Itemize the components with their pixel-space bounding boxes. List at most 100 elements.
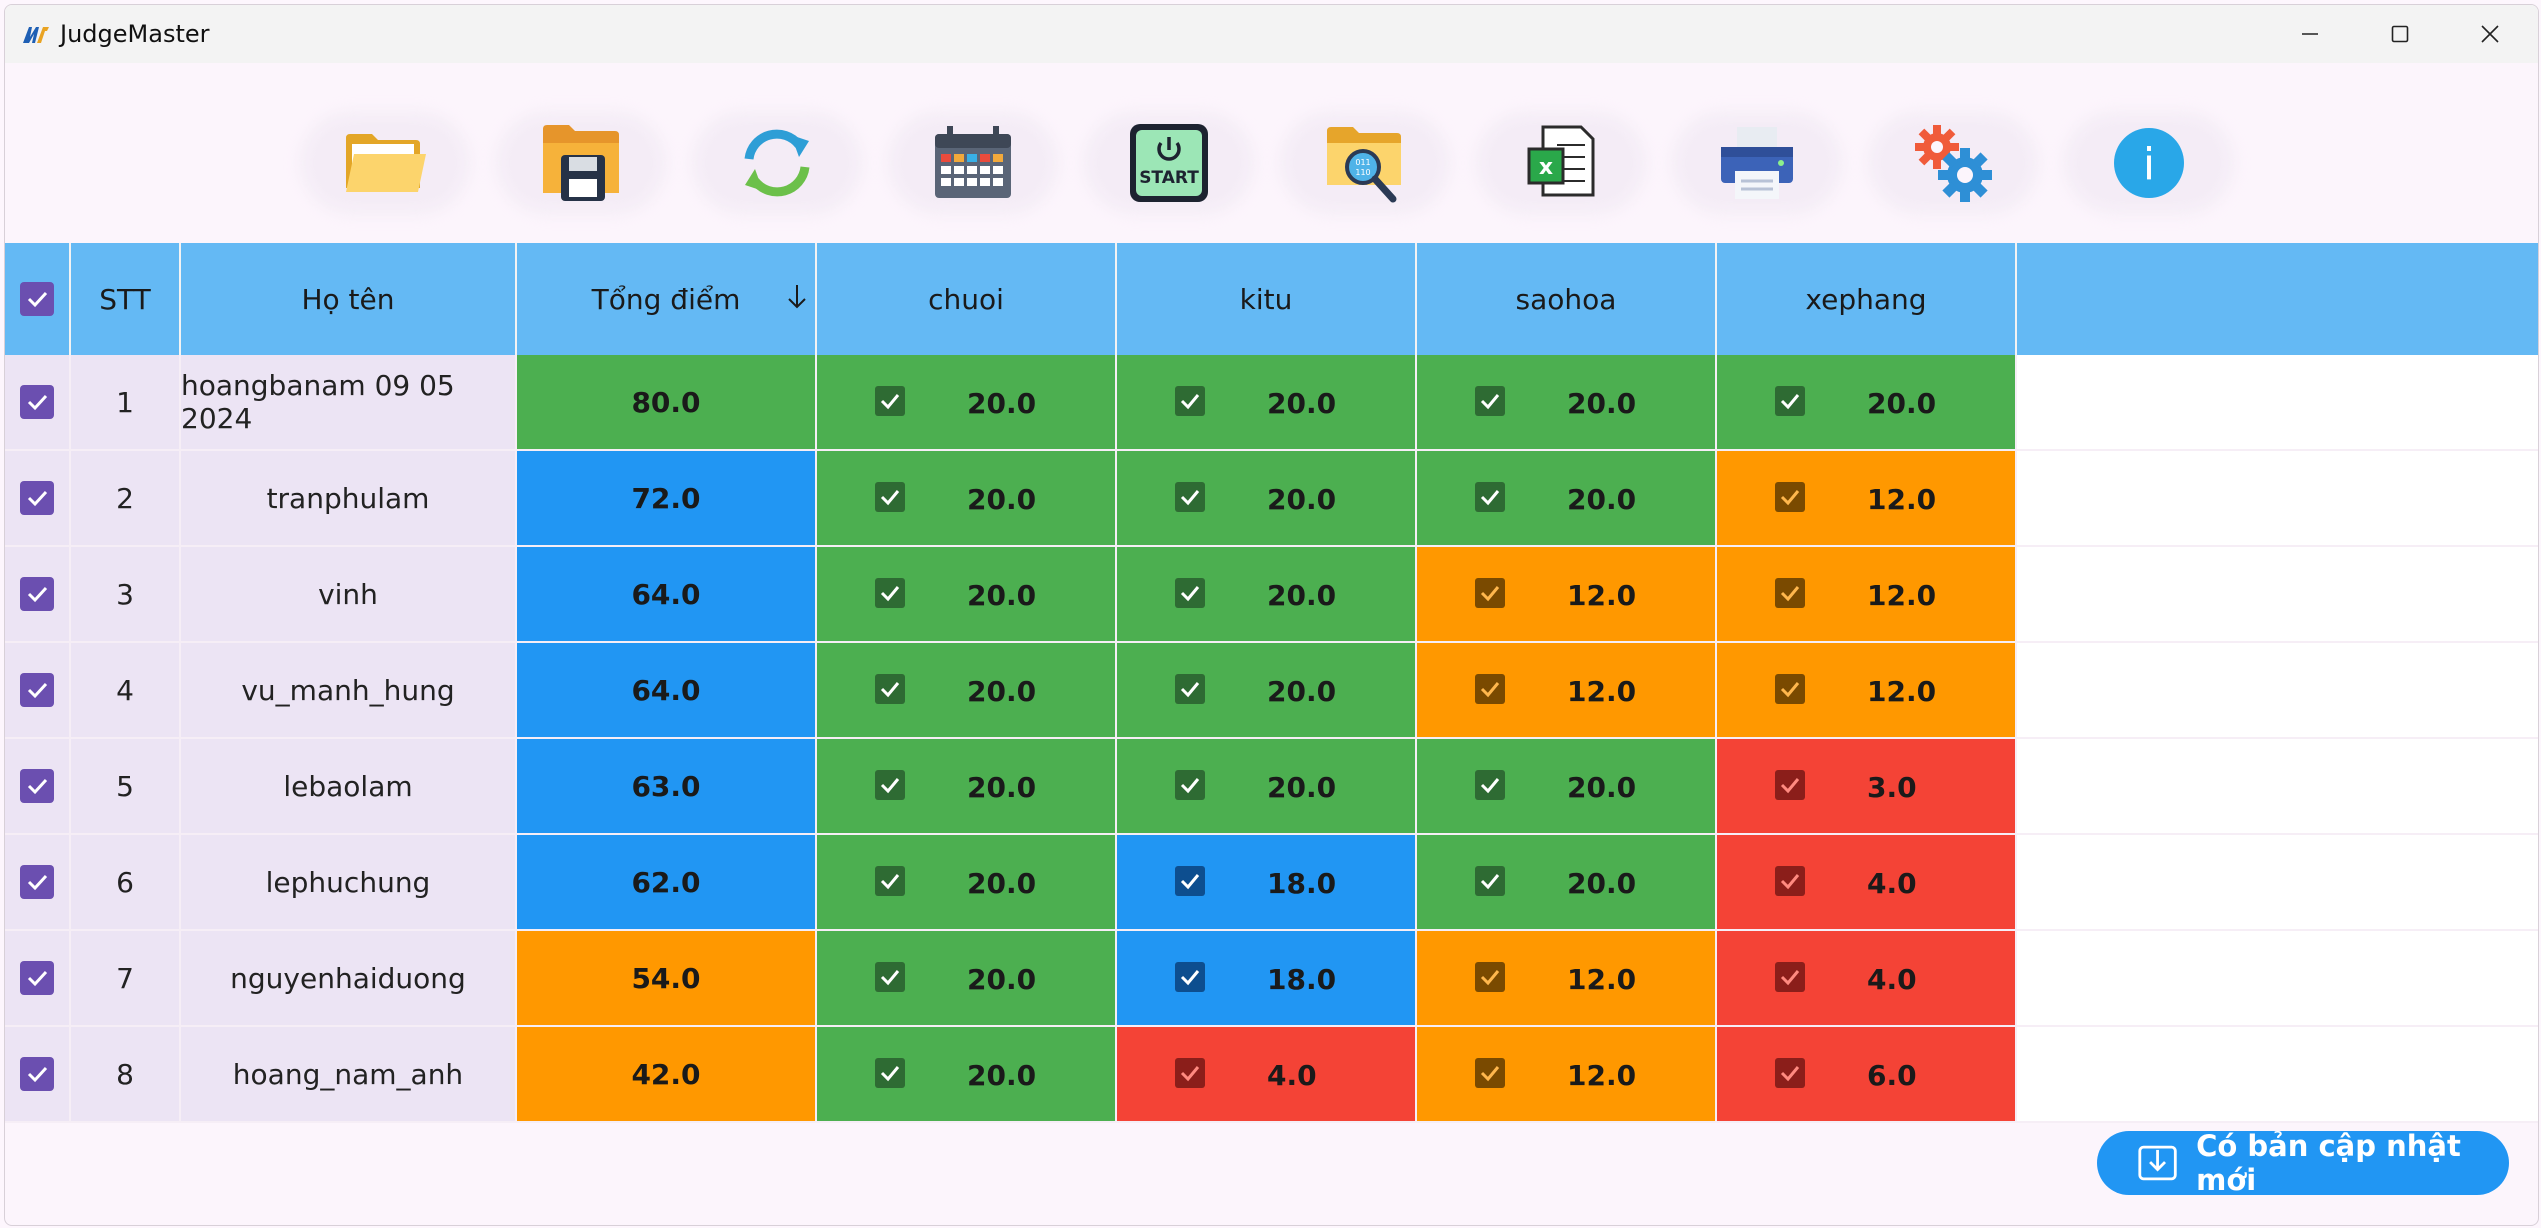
problem-checkbox[interactable] — [1775, 1058, 1805, 1088]
table-row[interactable]: 1 hoangbanam 09 05 2024 80.0 20.0 20.0 20… — [5, 355, 2538, 451]
problem-checkbox[interactable] — [875, 482, 905, 512]
row-problem-kitu[interactable]: 4.0 — [1117, 1027, 1417, 1123]
row-problem-saohoa[interactable]: 20.0 — [1417, 739, 1717, 835]
row-problem-saohoa[interactable]: 20.0 — [1417, 355, 1717, 451]
table-row[interactable]: 4 vu_manh_hung 64.0 20.0 20.0 12.0 12.0 — [5, 643, 2538, 739]
header-name[interactable]: Họ tên — [181, 243, 517, 355]
table-row[interactable]: 7 nguyenhaiduong 54.0 20.0 18.0 12.0 4.0 — [5, 931, 2538, 1027]
header-xephang[interactable]: xephang — [1717, 243, 2017, 355]
row-problem-kitu[interactable]: 20.0 — [1117, 643, 1417, 739]
problem-checkbox[interactable] — [1175, 674, 1205, 704]
row-problem-xephang[interactable]: 4.0 — [1717, 931, 2017, 1027]
row-problem-saohoa[interactable]: 12.0 — [1417, 643, 1717, 739]
row-problem-chuoi[interactable]: 20.0 — [817, 835, 1117, 931]
problem-checkbox[interactable] — [875, 1058, 905, 1088]
start-button[interactable]: START — [1075, 103, 1263, 223]
row-checkbox[interactable] — [20, 961, 54, 995]
export-excel-button[interactable]: x — [1467, 103, 1655, 223]
row-problem-saohoa[interactable]: 12.0 — [1417, 931, 1717, 1027]
update-available-button[interactable]: Có bản cập nhật mới — [2097, 1129, 2509, 1197]
row-problem-saohoa[interactable]: 20.0 — [1417, 451, 1717, 547]
problem-checkbox[interactable] — [875, 578, 905, 608]
table-row[interactable]: 8 hoang_nam_anh 42.0 20.0 4.0 12.0 6.0 — [5, 1027, 2538, 1123]
problem-checkbox[interactable] — [1775, 962, 1805, 992]
refresh-button[interactable] — [683, 103, 871, 223]
row-checkbox[interactable] — [20, 769, 54, 803]
header-saohoa[interactable]: saohoa — [1417, 243, 1717, 355]
schedule-button[interactable] — [879, 103, 1067, 223]
maximize-button[interactable] — [2355, 5, 2445, 63]
row-select-cell[interactable] — [5, 643, 71, 739]
row-problem-kitu[interactable]: 20.0 — [1117, 451, 1417, 547]
row-problem-chuoi[interactable]: 20.0 — [817, 547, 1117, 643]
problem-checkbox[interactable] — [1175, 578, 1205, 608]
row-select-cell[interactable] — [5, 451, 71, 547]
problem-checkbox[interactable] — [1475, 866, 1505, 896]
select-all-checkbox[interactable] — [20, 282, 54, 316]
row-problem-chuoi[interactable]: 20.0 — [817, 643, 1117, 739]
row-problem-xephang[interactable]: 12.0 — [1717, 547, 2017, 643]
problem-checkbox[interactable] — [1475, 578, 1505, 608]
row-select-cell[interactable] — [5, 355, 71, 451]
problem-checkbox[interactable] — [1775, 578, 1805, 608]
problem-checkbox[interactable] — [1175, 770, 1205, 800]
row-problem-chuoi[interactable]: 20.0 — [817, 739, 1117, 835]
search-folder-button[interactable]: 011 110 — [1271, 103, 1459, 223]
open-folder-button[interactable] — [291, 103, 479, 223]
row-problem-xephang[interactable]: 12.0 — [1717, 643, 2017, 739]
row-select-cell[interactable] — [5, 739, 71, 835]
row-problem-saohoa[interactable]: 20.0 — [1417, 835, 1717, 931]
problem-checkbox[interactable] — [1475, 770, 1505, 800]
row-problem-chuoi[interactable]: 20.0 — [817, 355, 1117, 451]
row-checkbox[interactable] — [20, 577, 54, 611]
row-checkbox[interactable] — [20, 865, 54, 899]
row-problem-chuoi[interactable]: 20.0 — [817, 1027, 1117, 1123]
problem-checkbox[interactable] — [1475, 482, 1505, 512]
row-problem-kitu[interactable]: 18.0 — [1117, 931, 1417, 1027]
row-problem-xephang[interactable]: 6.0 — [1717, 1027, 2017, 1123]
row-problem-chuoi[interactable]: 20.0 — [817, 931, 1117, 1027]
row-select-cell[interactable] — [5, 931, 71, 1027]
row-problem-xephang[interactable]: 4.0 — [1717, 835, 2017, 931]
row-problem-kitu[interactable]: 18.0 — [1117, 835, 1417, 931]
row-problem-kitu[interactable]: 20.0 — [1117, 547, 1417, 643]
print-button[interactable] — [1663, 103, 1851, 223]
problem-checkbox[interactable] — [1775, 770, 1805, 800]
problem-checkbox[interactable] — [875, 770, 905, 800]
row-checkbox[interactable] — [20, 385, 54, 419]
table-row[interactable]: 2 tranphulam 72.0 20.0 20.0 20.0 12.0 — [5, 451, 2538, 547]
row-select-cell[interactable] — [5, 1027, 71, 1123]
header-stt[interactable]: STT — [71, 243, 181, 355]
problem-checkbox[interactable] — [1175, 866, 1205, 896]
problem-checkbox[interactable] — [1475, 1058, 1505, 1088]
problem-checkbox[interactable] — [875, 962, 905, 992]
row-problem-kitu[interactable]: 20.0 — [1117, 739, 1417, 835]
problem-checkbox[interactable] — [1175, 482, 1205, 512]
problem-checkbox[interactable] — [1175, 386, 1205, 416]
header-kitu[interactable]: kitu — [1117, 243, 1417, 355]
row-problem-saohoa[interactable]: 12.0 — [1417, 547, 1717, 643]
row-problem-chuoi[interactable]: 20.0 — [817, 451, 1117, 547]
close-button[interactable] — [2445, 5, 2535, 63]
header-chuoi[interactable]: chuoi — [817, 243, 1117, 355]
row-problem-xephang[interactable]: 3.0 — [1717, 739, 2017, 835]
problem-checkbox[interactable] — [1775, 866, 1805, 896]
row-checkbox[interactable] — [20, 1057, 54, 1091]
settings-button[interactable] — [1859, 103, 2047, 223]
row-problem-kitu[interactable]: 20.0 — [1117, 355, 1417, 451]
header-select-all-cell[interactable] — [5, 243, 71, 355]
row-problem-saohoa[interactable]: 12.0 — [1417, 1027, 1717, 1123]
problem-checkbox[interactable] — [1175, 962, 1205, 992]
table-row[interactable]: 6 lephuchung 62.0 20.0 18.0 20.0 4.0 — [5, 835, 2538, 931]
minimize-button[interactable] — [2265, 5, 2355, 63]
header-total[interactable]: Tổng điểm — [517, 243, 817, 355]
row-problem-xephang[interactable]: 20.0 — [1717, 355, 2017, 451]
problem-checkbox[interactable] — [1775, 482, 1805, 512]
table-row[interactable]: 5 lebaolam 63.0 20.0 20.0 20.0 3.0 — [5, 739, 2538, 835]
row-problem-xephang[interactable]: 12.0 — [1717, 451, 2017, 547]
problem-checkbox[interactable] — [875, 386, 905, 416]
row-checkbox[interactable] — [20, 481, 54, 515]
problem-checkbox[interactable] — [1475, 962, 1505, 992]
row-select-cell[interactable] — [5, 835, 71, 931]
table-row[interactable]: 3 vinh 64.0 20.0 20.0 12.0 12.0 — [5, 547, 2538, 643]
